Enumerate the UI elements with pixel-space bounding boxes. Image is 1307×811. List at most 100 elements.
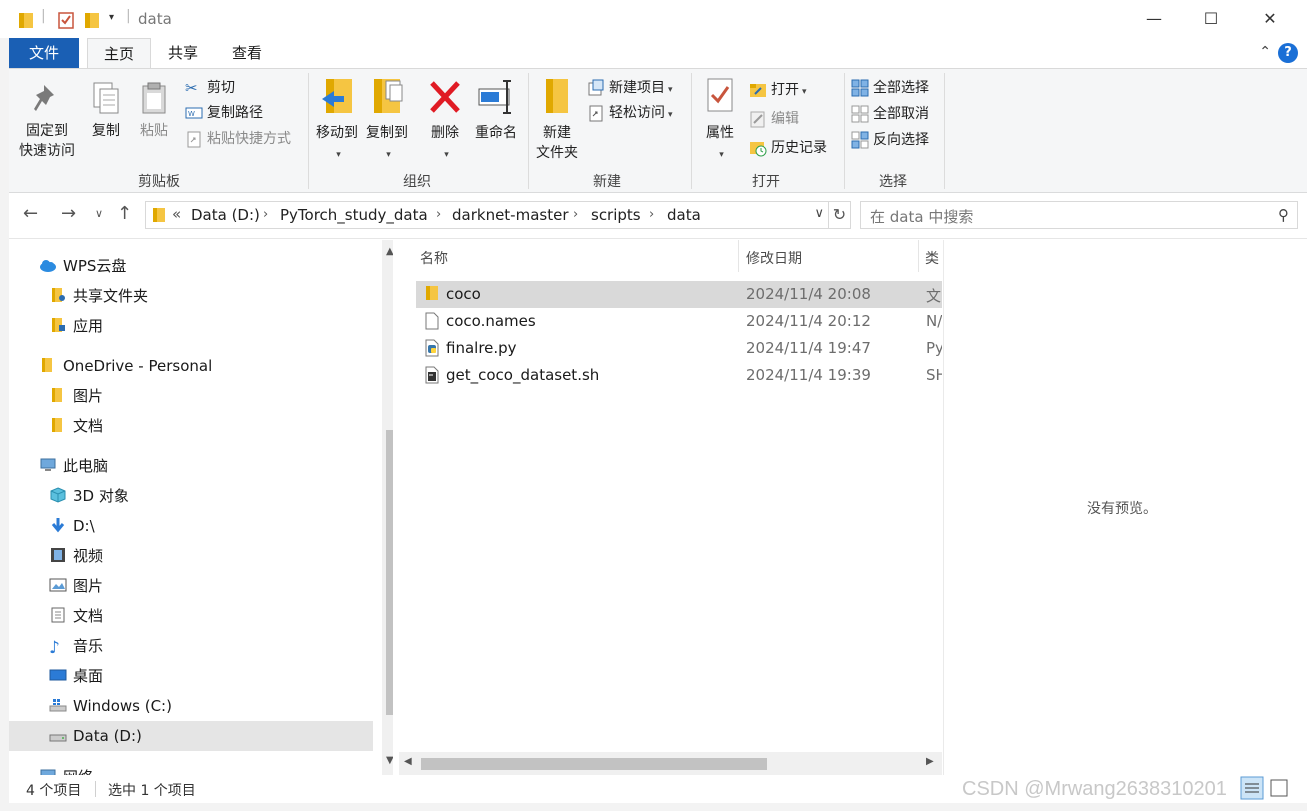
breadcrumb-separator[interactable]: ›: [436, 207, 441, 222]
search-icon[interactable]: ⚲: [1278, 206, 1289, 224]
breadcrumb-pytorch[interactable]: PyTorch_study_data: [280, 206, 428, 224]
file-list-horizontal-scrollbar[interactable]: ◀ ▶: [399, 752, 942, 775]
nav-item-onedrive-documents[interactable]: 文档: [49, 411, 103, 441]
table-row[interactable]: coco.names 2024/11/4 20:12 N/: [416, 308, 942, 335]
new-folder-button[interactable]: 新建 文件夹: [531, 77, 583, 163]
history-label: 历史记录: [771, 140, 827, 156]
tab-share[interactable]: 共享: [151, 38, 215, 68]
nav-item-wps-cloud[interactable]: WPS云盘: [39, 251, 126, 281]
breadcrumb-scripts[interactable]: scripts: [591, 206, 641, 224]
move-to-button[interactable]: 移动到 ▾: [313, 77, 361, 165]
copy-path-button[interactable]: W 复制路径: [185, 101, 263, 125]
nav-item-videos[interactable]: 视频: [49, 541, 103, 571]
table-row[interactable]: get_coco_dataset.sh 2024/11/4 19:39 SH: [416, 362, 942, 389]
refresh-icon[interactable]: ↻: [829, 201, 851, 229]
rename-button[interactable]: 重命名: [471, 77, 521, 143]
scroll-down-icon[interactable]: ▼: [386, 755, 393, 766]
nav-item-documents[interactable]: 文档: [49, 601, 103, 631]
column-header-date[interactable]: 修改日期: [746, 248, 802, 268]
copy-path-icon: W: [185, 107, 203, 119]
nav-item-music[interactable]: ♪ 音乐: [49, 631, 103, 661]
cut-button[interactable]: ✂ 剪切: [185, 76, 235, 100]
forward-arrow-icon[interactable]: →: [61, 203, 76, 224]
select-all-button[interactable]: 全部选择: [851, 76, 929, 100]
breadcrumb-separator[interactable]: ›: [649, 207, 654, 222]
nav-pane-scroll-thumb[interactable]: [386, 430, 393, 715]
column-divider[interactable]: [738, 240, 739, 272]
file-list-scroll-thumb[interactable]: [421, 758, 767, 770]
easy-access-button[interactable]: 轻松访问 ▾: [587, 101, 673, 125]
up-arrow-icon[interactable]: ↑: [117, 203, 132, 224]
maximize-icon[interactable]: ☐: [1188, 4, 1234, 34]
address-bar[interactable]: « Data (D:) › PyTorch_study_data › darkn…: [145, 201, 829, 229]
paste-shortcut-button[interactable]: 粘贴快捷方式: [185, 127, 291, 151]
title-divider-2: |: [126, 8, 131, 24]
close-icon[interactable]: ✕: [1247, 4, 1293, 34]
nav-item-desktop[interactable]: 桌面: [49, 661, 103, 691]
breadcrumb-darknet[interactable]: darknet-master: [452, 206, 569, 224]
minimize-icon[interactable]: —: [1131, 4, 1177, 34]
nav-item-d-drive-downloads[interactable]: D:\: [49, 511, 95, 541]
paste-button[interactable]: 粘贴: [133, 81, 175, 141]
nav-item-network[interactable]: 网络: [39, 762, 93, 775]
details-view-icon[interactable]: [1240, 776, 1264, 800]
column-header-name[interactable]: 名称: [420, 248, 448, 268]
select-none-button[interactable]: 全部取消: [851, 102, 929, 126]
recent-locations-icon[interactable]: ∨: [95, 207, 103, 220]
scroll-left-icon[interactable]: ◀: [404, 756, 412, 767]
properties-label: 属性: [706, 125, 734, 141]
nav-pane-scrollbar[interactable]: ▲ ▼: [382, 240, 393, 775]
help-icon[interactable]: ?: [1278, 43, 1298, 63]
quick-access-dropdown-icon[interactable]: ▾: [109, 12, 114, 23]
pin-to-quick-access-button[interactable]: 固定到 快速访问: [14, 81, 80, 161]
open-button[interactable]: 打开 ▾: [749, 78, 807, 102]
desktop-icon: [49, 669, 67, 681]
address-dropdown-icon[interactable]: ∨: [814, 206, 824, 221]
large-icons-view-icon[interactable]: [1267, 776, 1291, 800]
properties-button[interactable]: 属性 ▾: [697, 77, 743, 165]
column-header-type[interactable]: 类: [925, 248, 939, 268]
pin-label-2: 快速访问: [19, 143, 75, 159]
breadcrumb-drive[interactable]: Data (D:): [191, 206, 260, 224]
column-divider[interactable]: [918, 240, 919, 272]
nav-item-windows-c[interactable]: Windows (C:): [49, 691, 172, 721]
nav-item-onedrive[interactable]: OneDrive - Personal: [39, 351, 212, 381]
nav-item-this-pc[interactable]: 此电脑: [39, 451, 108, 481]
copy-button[interactable]: 复制: [85, 81, 127, 141]
new-folder-quick-icon[interactable]: [84, 11, 100, 29]
nav-item-pictures[interactable]: 图片: [49, 571, 103, 601]
properties-quick-icon[interactable]: [58, 11, 74, 29]
select-none-icon: [851, 105, 869, 123]
breadcrumb-separator[interactable]: ›: [573, 207, 578, 222]
new-item-button[interactable]: 新建项目 ▾: [587, 76, 673, 100]
shared-folder-icon: [52, 288, 65, 302]
breadcrumb-data[interactable]: data: [667, 206, 701, 224]
scroll-right-icon[interactable]: ▶: [926, 756, 934, 767]
search-box[interactable]: 在 data 中搜索 ⚲: [860, 201, 1298, 229]
nav-item-onedrive-pictures[interactable]: 图片: [49, 381, 103, 411]
file-type: 文: [926, 287, 942, 305]
edit-button[interactable]: 编辑: [749, 107, 799, 131]
nav-item-data-d[interactable]: Data (D:): [9, 721, 373, 751]
address-overflow[interactable]: «: [172, 205, 181, 223]
ribbon-tabs: 文件 主页 共享 查看 ⌃ ?: [9, 38, 1307, 69]
table-row[interactable]: finalre.py 2024/11/4 19:47 Py: [416, 335, 942, 362]
delete-label: 删除: [431, 125, 459, 141]
open-folder-icon: [750, 84, 766, 97]
delete-button[interactable]: 删除 ▾: [425, 77, 465, 165]
tab-file[interactable]: 文件: [9, 38, 79, 68]
copy-to-button[interactable]: 复制到 ▾: [363, 77, 411, 165]
nav-item-shared-folder[interactable]: 共享文件夹: [49, 281, 148, 311]
back-arrow-icon[interactable]: ←: [23, 203, 38, 224]
tab-home[interactable]: 主页: [87, 38, 151, 69]
collapse-ribbon-icon[interactable]: ⌃: [1259, 44, 1271, 60]
scroll-up-icon[interactable]: ▲: [386, 246, 393, 257]
nav-item-3d-objects[interactable]: 3D 对象: [49, 481, 129, 511]
history-button[interactable]: 历史记录: [749, 136, 827, 160]
nav-item-apps[interactable]: 应用: [49, 311, 103, 341]
search-input[interactable]: 在 data 中搜索: [870, 206, 973, 227]
tab-view[interactable]: 查看: [215, 38, 279, 68]
invert-selection-button[interactable]: 反向选择: [851, 128, 929, 152]
table-row[interactable]: coco 2024/11/4 20:08 文: [416, 281, 942, 308]
breadcrumb-separator[interactable]: ›: [263, 207, 268, 222]
